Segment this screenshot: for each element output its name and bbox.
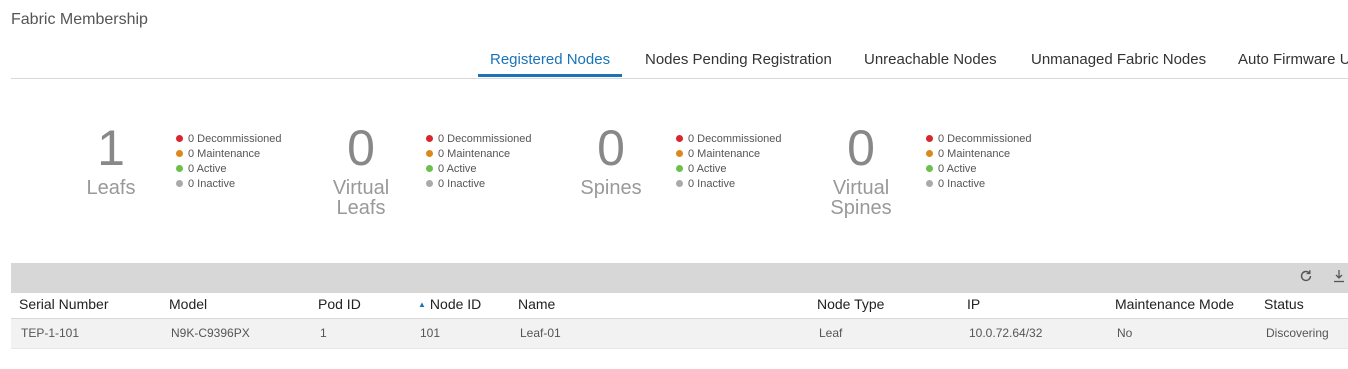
column-header-name[interactable]: Name <box>518 296 555 312</box>
status-dot-icon <box>426 164 433 172</box>
cell-serial-number: TEP-1-101 <box>21 326 80 340</box>
metric-label: Spines <box>580 177 642 199</box>
table-toolbar <box>11 263 1348 293</box>
tab-unmanaged-fabric-nodes[interactable]: Unmanaged Fabric Nodes <box>1031 44 1206 77</box>
status-dot-icon <box>176 134 183 142</box>
table-header-row: Serial Number Model Pod ID ▲ Node ID Name… <box>11 293 1348 319</box>
status-dot-icon <box>176 149 183 157</box>
tab-bar: Registered Nodes Nodes Pending Registrat… <box>11 44 1348 79</box>
metric-legend: 0 Decommissioned 0 Maintenance 0 Active … <box>176 132 282 192</box>
page-title: Fabric Membership <box>11 11 148 28</box>
legend-active: 0 Active <box>676 162 782 177</box>
column-header-ip[interactable]: IP <box>967 296 980 312</box>
metric-label: Virtual Leafs <box>332 177 390 219</box>
legend-inactive: 0 Inactive <box>676 177 782 192</box>
table-row[interactable]: TEP-1-101 N9K-C9396PX 1 101 Leaf-01 Leaf… <box>11 319 1348 349</box>
metric-virtual-spines: 0 Virtual Spines 0 Decommissioned 0 Maint… <box>811 118 1061 228</box>
legend-maintenance: 0 Maintenance <box>426 147 532 162</box>
download-icon[interactable] <box>1331 269 1347 285</box>
tab-unreachable-nodes[interactable]: Unreachable Nodes <box>864 44 997 77</box>
legend-decommissioned: 0 Decommissioned <box>176 132 282 147</box>
legend-active: 0 Active <box>926 162 1032 177</box>
tab-auto-firmware[interactable]: Auto Firmware U <box>1238 44 1348 77</box>
legend-maintenance: 0 Maintenance <box>926 147 1032 162</box>
metric-label: Virtual Spines <box>830 177 892 219</box>
metric-leafs: 1 Leafs 0 Decommissioned 0 Maintenance 0… <box>61 118 311 228</box>
legend-inactive: 0 Inactive <box>426 177 532 192</box>
column-header-node-type[interactable]: Node Type <box>817 296 884 312</box>
column-header-status[interactable]: Status <box>1264 296 1304 312</box>
status-dot-icon <box>176 179 183 187</box>
column-header-node-id[interactable]: ▲ Node ID <box>418 296 481 312</box>
column-header-model[interactable]: Model <box>169 296 207 312</box>
status-dot-icon <box>426 149 433 157</box>
metric-count: 1 <box>97 120 125 176</box>
metric-count: 0 <box>347 120 375 176</box>
metric-legend: 0 Decommissioned 0 Maintenance 0 Active … <box>426 132 532 192</box>
nodes-table: Serial Number Model Pod ID ▲ Node ID Name… <box>11 293 1348 349</box>
refresh-icon[interactable] <box>1298 269 1314 285</box>
metric-count: 0 <box>597 120 625 176</box>
metric-legend: 0 Decommissioned 0 Maintenance 0 Active … <box>676 132 782 192</box>
legend-maintenance: 0 Maintenance <box>676 147 782 162</box>
cell-node-id: 101 <box>420 326 441 340</box>
column-header-serial-number[interactable]: Serial Number <box>19 296 108 312</box>
legend-active: 0 Active <box>176 162 282 177</box>
status-dot-icon <box>926 149 933 157</box>
cell-name: Leaf-01 <box>520 326 561 340</box>
metric-virtual-leafs: 0 Virtual Leafs 0 Decommissioned 0 Mainte… <box>311 118 561 228</box>
metric-count: 0 <box>847 120 875 176</box>
cell-maintenance-mode: No <box>1117 326 1133 340</box>
metric-legend: 0 Decommissioned 0 Maintenance 0 Active … <box>926 132 1032 192</box>
legend-inactive: 0 Inactive <box>926 177 1032 192</box>
cell-node-type: Leaf <box>819 326 843 340</box>
status-dot-icon <box>176 164 183 172</box>
status-dot-icon <box>676 149 683 157</box>
status-dot-icon <box>926 164 933 172</box>
metric-spines: 0 Spines 0 Decommissioned 0 Maintenance … <box>561 118 811 228</box>
legend-decommissioned: 0 Decommissioned <box>676 132 782 147</box>
metric-label: Leafs <box>86 177 136 199</box>
tab-registered-nodes[interactable]: Registered Nodes <box>478 44 623 77</box>
legend-active: 0 Active <box>426 162 532 177</box>
cell-pod-id: 1 <box>320 326 327 340</box>
legend-decommissioned: 0 Decommissioned <box>926 132 1032 147</box>
cell-ip: 10.0.72.64/32 <box>969 326 1043 340</box>
status-dot-icon <box>926 134 933 142</box>
legend-decommissioned: 0 Decommissioned <box>426 132 532 147</box>
cell-status: Discovering <box>1266 326 1329 340</box>
cell-model: N9K-C9396PX <box>171 326 250 340</box>
status-dot-icon <box>676 179 683 187</box>
status-dot-icon <box>426 134 433 142</box>
status-dot-icon <box>676 164 683 172</box>
column-header-pod-id[interactable]: Pod ID <box>318 296 361 312</box>
tab-nodes-pending-registration[interactable]: Nodes Pending Registration <box>645 44 832 77</box>
status-dot-icon <box>426 179 433 187</box>
status-dot-icon <box>926 179 933 187</box>
status-dot-icon <box>676 134 683 142</box>
column-header-maintenance-mode[interactable]: Maintenance Mode <box>1115 296 1234 312</box>
legend-inactive: 0 Inactive <box>176 177 282 192</box>
sort-ascending-icon: ▲ <box>418 300 426 309</box>
legend-maintenance: 0 Maintenance <box>176 147 282 162</box>
